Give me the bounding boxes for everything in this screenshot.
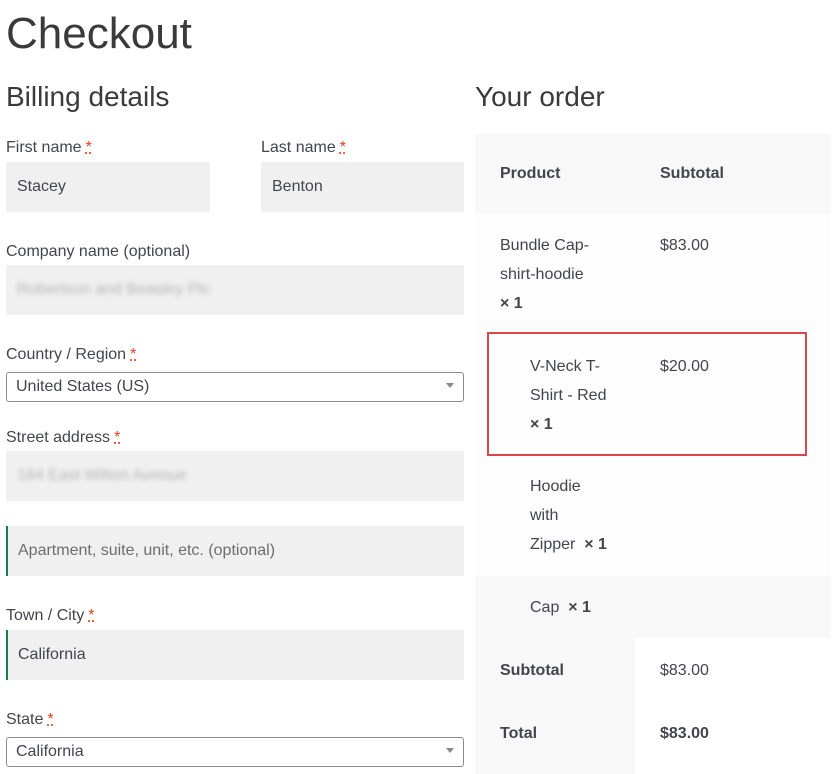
order-item-name-line: shirt-hoodie [500, 266, 584, 283]
state-value: California [16, 743, 84, 760]
subtotal-column-header: Subtotal [660, 165, 724, 182]
chevron-down-icon [446, 383, 454, 388]
total-value: $83.00 [660, 725, 709, 742]
order-item-subtotal: $20.00 [660, 358, 709, 375]
state-label: State * [6, 710, 54, 730]
company-name-input[interactable]: Robertson and Beasley Plc [6, 265, 464, 315]
page-title: Checkout [6, 9, 192, 58]
company-name-label: Company name (optional) [6, 243, 191, 260]
country-region-label-text: Country / Region [6, 346, 127, 363]
town-city-label-text: Town / City [6, 607, 85, 624]
town-city-label: Town / City * [6, 606, 94, 626]
total-label: Total [500, 725, 538, 742]
order-item-name: Hoodie with Zipper × 1 [530, 472, 650, 559]
required-mark: * [47, 711, 54, 728]
last-name-label: Last name * [261, 138, 346, 158]
street-address-label-text: Street address [6, 429, 111, 446]
chevron-down-icon [446, 748, 454, 753]
first-name-label: First name * [6, 138, 92, 158]
order-item-qty: × 1 [500, 295, 523, 312]
required-mark: * [85, 139, 92, 156]
first-name-input[interactable] [6, 162, 210, 212]
state-select[interactable]: California [6, 737, 464, 767]
order-item-row-bg [475, 576, 831, 638]
order-totals-label-bg [475, 638, 635, 774]
order-item-name-line: Zipper [530, 536, 576, 553]
subtotal-label: Subtotal [500, 662, 564, 679]
your-order-heading: Your order [475, 81, 605, 112]
order-item-name: V-Neck T- Shirt - Red × 1 [530, 352, 640, 439]
country-region-value: United States (US) [16, 378, 150, 395]
company-name-value: Robertson and Beasley Plc [17, 281, 210, 298]
street-address-label: Street address * [6, 428, 120, 448]
required-mark: * [114, 429, 121, 446]
order-item-name-line: Cap [530, 599, 560, 616]
order-item-name-line: Bundle Cap- [500, 237, 589, 254]
town-city-input[interactable] [6, 630, 464, 680]
order-item-name-line: V-Neck T- [530, 358, 600, 375]
product-column-header: Product [500, 165, 561, 182]
required-mark: * [339, 139, 346, 156]
billing-details-heading: Billing details [6, 81, 170, 112]
first-name-label-text: First name [6, 139, 82, 156]
order-item-name: Cap × 1 [530, 593, 591, 622]
order-item-qty: × 1 [530, 416, 553, 433]
order-item-qty: × 1 [584, 536, 607, 553]
order-item-name: Bundle Cap- shirt-hoodie × 1 [500, 231, 630, 318]
order-item-name-line: Shirt - Red [530, 387, 607, 404]
state-label-text: State [6, 711, 44, 728]
subtotal-value: $83.00 [660, 662, 709, 679]
last-name-label-text: Last name [261, 139, 336, 156]
required-mark: * [130, 346, 137, 363]
order-item-subtotal: $83.00 [660, 237, 709, 254]
order-item-name-line: with [530, 507, 559, 524]
country-region-label: Country / Region * [6, 345, 136, 365]
street-address-value: 184 East Wilton Avenue [17, 467, 187, 484]
apartment-input[interactable] [6, 526, 464, 576]
order-item-name-line: Hoodie [530, 478, 581, 495]
last-name-input[interactable] [261, 162, 464, 212]
order-item-qty: × 1 [568, 599, 591, 616]
street-address-input[interactable]: 184 East Wilton Avenue [6, 451, 464, 501]
required-mark: * [88, 607, 95, 624]
country-region-select[interactable]: United States (US) [6, 372, 464, 402]
